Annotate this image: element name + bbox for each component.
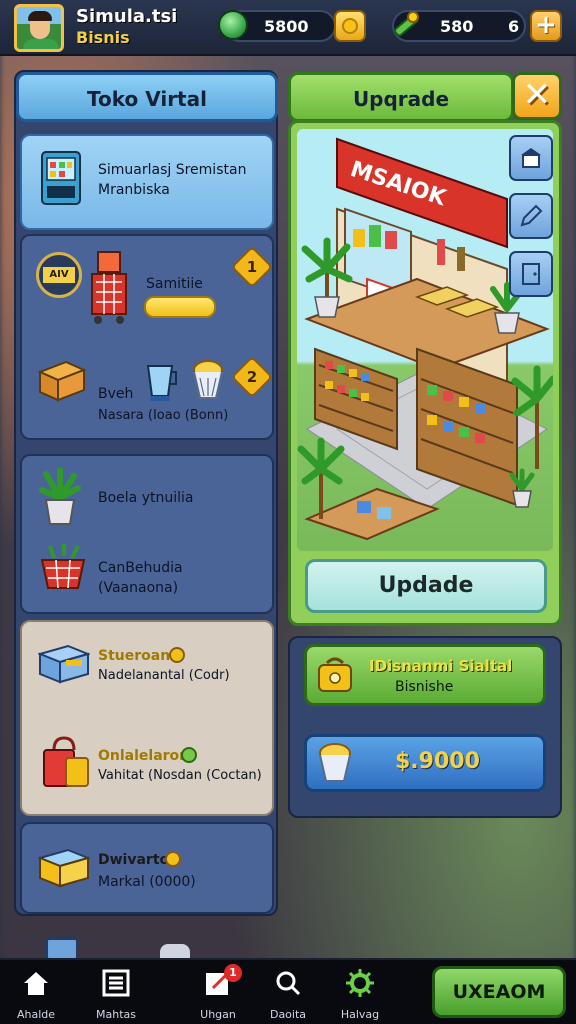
close-button[interactable]: ✕ [512,72,562,120]
avatar[interactable] [14,4,64,52]
green-coin-icon [181,747,197,763]
item2-level-badge: 2 [230,355,274,399]
nav-list-label: Mahtas [96,1008,136,1021]
gem-icon [218,10,248,40]
simulation-line-2: Mranbiska [98,182,170,198]
inventory-item2-title: Onlalelaron [98,748,190,764]
nav-edit[interactable]: 1 Uhgan [188,964,248,1022]
simulation-card[interactable]: Simuarlasj Sremistan Mranbiska [20,134,274,230]
money-value: $.9000 [395,749,480,774]
market-item-sub: Markal (0000) [98,874,196,890]
nav-home[interactable]: Ahalde [6,966,66,1022]
plant-icon [39,468,81,525]
cta-button[interactable]: UXEAOM [432,966,566,1018]
nav-search[interactable]: Daoita [258,966,318,1022]
nav-settings[interactable]: Halvag [330,966,390,1022]
dynamic-business-line1: IDisnanmi Sialtal [369,657,513,675]
nav-home-label: Ahalde [16,1008,56,1021]
notification-badge: 1 [224,964,242,982]
energy-value: 580 [440,17,474,36]
inventory-item1-sub: Nadelanantal (Codr) [98,668,230,683]
business-panel: IDisnanmi Sialtal Bisnishe $.9000 [288,636,562,818]
dynamic-business-line2: Bisnishe [395,679,454,695]
blender-icon [146,365,177,401]
decor-item1-label: Boela ytnuilia [98,490,194,506]
wand-icon [394,11,419,37]
exit-store-button[interactable] [509,251,553,297]
item1-progress [144,296,216,318]
product-rack-icon [91,251,127,324]
door-icon [522,263,540,285]
gear-icon [346,969,374,997]
coin-icon [342,18,358,34]
vending-machine-icon [41,151,81,205]
money-basket-icon [319,743,351,782]
search-icon [276,971,301,996]
app-subtitle: Bisnis [76,28,130,47]
store-icon [521,148,541,168]
nav-search-label: Daoita [269,1008,307,1021]
crate-icon [37,360,87,402]
dynamic-business-button[interactable]: IDisnanmi Sialtal Bisnishe [304,644,546,706]
item2-sub: Nasara (Ioao (Bonn) [98,408,229,423]
store-preview-panel: MSAIOK Updade [288,120,562,626]
store-title-button[interactable]: Toko Virtal [16,72,278,122]
market-card[interactable]: Dwivarton Markal (0000) [20,822,274,914]
pencil-icon [520,204,543,227]
peek-tile [46,938,78,960]
nav-settings-label: Halvag [340,1008,380,1021]
storage-box-icon [38,644,90,684]
products-card: AIV Samitiie 1 2 Bveh Nasara (Ioao (Bonn… [20,234,274,440]
item1-level-badge: 1 [230,245,274,289]
list-icon [102,969,130,997]
red-basket-icon [40,544,86,589]
add-currency-button[interactable]: + [530,10,562,42]
home-icon [24,972,48,995]
app-title: Simula.tsi [76,6,178,27]
snack-basket-icon [193,360,223,399]
decor-item2-line1: CanBehudia [98,560,183,576]
cash-box-icon [38,848,90,888]
inventory-card[interactable]: Stueroan Nadelanantal (Codr) Onlalelaron… [20,620,274,816]
small-coin-icon [165,851,181,867]
nav-list[interactable]: Mahtas [86,966,146,1022]
decor-item2-line2: (Vaanaona) [98,580,179,596]
item2-label: Bveh [98,386,134,402]
simulation-line-1: Simuarlasj Sremistan [98,162,247,178]
inventory-item2-sub: Vahitat (Nosdan (Coctan) [98,768,262,783]
edit-layout-button[interactable] [509,193,553,239]
wallet-icon [318,657,352,692]
store-sign-label: AIV [43,267,75,283]
nav-edit-label: Uhgan [200,1008,236,1021]
decor-card[interactable]: Boela ytnuilia CanBehudia (Vaanaona) [20,454,274,614]
money-button[interactable]: $.9000 [304,734,546,792]
upgrade-title-button[interactable]: Upqrade [288,72,514,122]
store-info-button[interactable] [509,135,553,181]
store-sign-badge: AIV [36,252,82,298]
item1-label: Samitiie [146,276,203,292]
coin-button[interactable] [334,10,366,42]
gems-value: 5800 [264,17,309,36]
update-button[interactable]: Updade [305,559,547,613]
inventory-item1-title: Stueroan [98,648,171,664]
lives-value: 6 [508,17,520,36]
shopping-bag-icon [43,736,89,787]
top-bar: Simula.tsi Bisnis 5800 580 6 + [0,0,576,56]
gold-coin-icon [169,647,185,663]
